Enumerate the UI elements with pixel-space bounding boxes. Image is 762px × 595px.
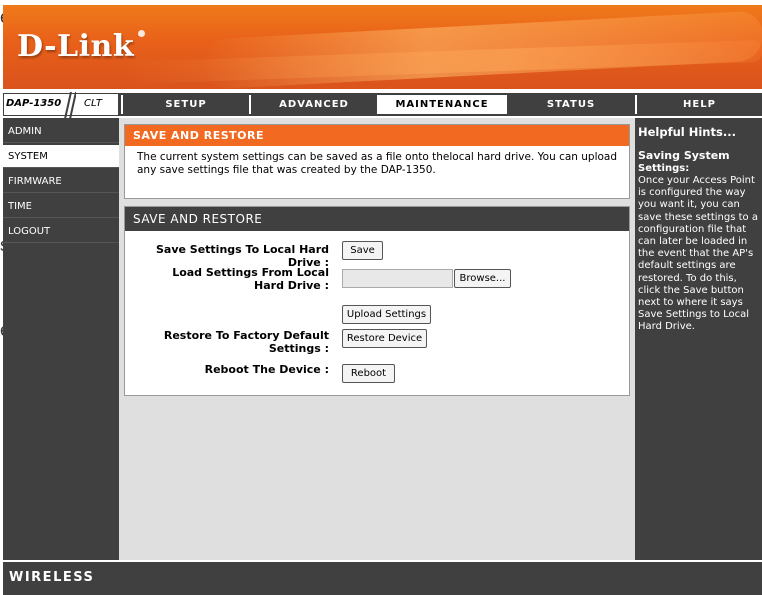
sidebar: ADMIN SYSTEM FIRMWARE TIME LOGOUT — [3, 118, 119, 560]
intro-text: The current system settings can be saved… — [137, 151, 618, 176]
browse-button[interactable]: Browse... — [454, 269, 511, 288]
help-panel: Helpful Hints... Saving System Settings:… — [635, 118, 762, 560]
save-button[interactable]: Save — [342, 241, 383, 260]
intro-box: SAVE AND RESTORE The current system sett… — [124, 124, 630, 199]
model-badge: DAP-1350 CLT — [3, 92, 119, 119]
reboot-label: Reboot The Device : — [204, 363, 329, 376]
help-body: Once your Access Point is configured the… — [638, 175, 758, 333]
model-name: DAP-1350 — [6, 98, 62, 109]
help-subtitle: Saving System — [638, 149, 730, 162]
tab-setup[interactable]: SETUP — [121, 95, 249, 114]
upload-settings-button[interactable]: Upload Settings — [342, 305, 431, 324]
tab-maintenance[interactable]: MAINTENANCE — [377, 95, 505, 114]
model-variant: CLT — [84, 98, 102, 109]
sidebar-item-logout[interactable]: LOGOUT — [3, 220, 119, 243]
top-nav: DAP-1350 CLT SETUP ADVANCED MAINTENANCE … — [3, 92, 762, 119]
separator-slash-icon — [64, 92, 76, 119]
file-path-input[interactable] — [342, 269, 453, 288]
main-content: SAVE AND RESTORE The current system sett… — [119, 118, 635, 560]
footer: WIRELESS — [3, 562, 762, 595]
sidebar-item-time[interactable]: TIME — [3, 195, 119, 218]
sidebar-item-admin[interactable]: ADMIN — [3, 120, 119, 143]
help-subtitle-2: Settings: — [638, 163, 690, 174]
restore-label: Restore To Factory Default Settings : — [163, 329, 329, 355]
restore-device-button[interactable]: Restore Device — [342, 329, 427, 348]
tab-advanced[interactable]: ADVANCED — [249, 95, 377, 114]
panel-title: SAVE AND RESTORE — [125, 207, 629, 231]
sidebar-item-system[interactable]: SYSTEM — [3, 145, 119, 168]
header-banner: D-Link — [3, 5, 762, 89]
reboot-button[interactable]: Reboot — [342, 364, 395, 383]
load-settings-label: Load Settings From Local Hard Drive : — [172, 266, 329, 292]
dlink-logo: D-Link — [17, 29, 135, 64]
save-restore-panel: SAVE AND RESTORE Save Settings To Local … — [124, 206, 630, 396]
help-title: Helpful Hints... — [638, 125, 736, 139]
sidebar-item-firmware[interactable]: FIRMWARE — [3, 170, 119, 193]
intro-title: SAVE AND RESTORE — [125, 125, 629, 146]
wireless-brand: WIRELESS — [9, 570, 95, 585]
tab-status[interactable]: STATUS — [505, 95, 635, 114]
tab-help[interactable]: HELP — [635, 95, 762, 114]
